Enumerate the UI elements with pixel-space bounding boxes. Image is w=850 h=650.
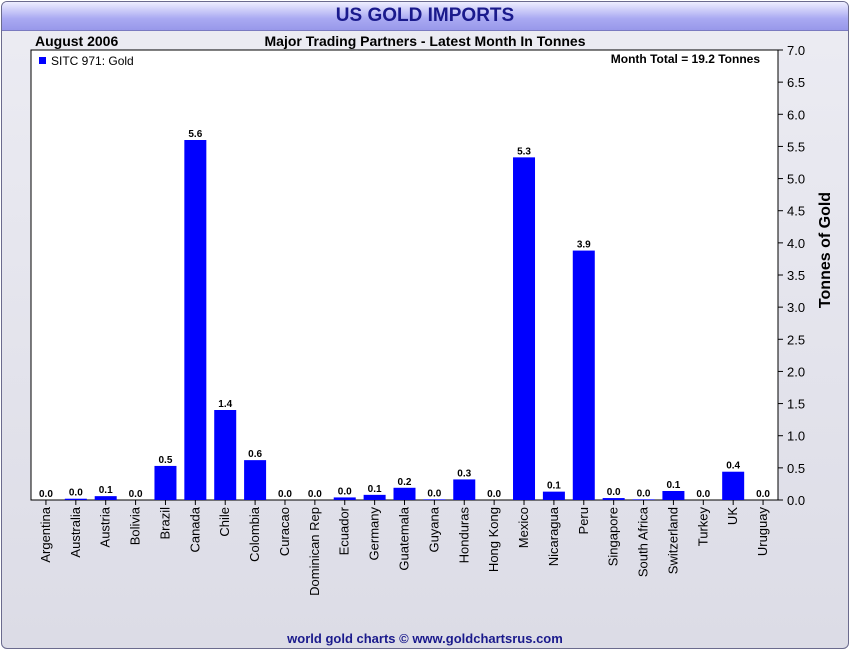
data-label: 0.0 [39,489,53,500]
x-tick-label: South Africa [636,506,651,577]
x-tick-label: Singapore [606,507,621,566]
x-tick-label: Chile [217,507,232,537]
y-tick-label: 3.5 [787,268,805,283]
y-tick-label: 6.5 [787,75,805,90]
data-label: 0.3 [457,468,471,479]
x-tick-label: Brazil [157,507,172,540]
data-label: 0.4 [726,461,740,472]
data-label: 0.1 [368,484,382,495]
y-tick-label: 4.0 [787,236,805,251]
x-tick-label: Colombia [247,506,262,562]
data-label: 0.6 [248,449,262,460]
data-label: 0.0 [696,489,710,500]
data-label: 1.4 [218,399,232,410]
x-tick-label: Argentina [38,506,53,562]
x-tick-label: Switzerland [665,507,680,574]
bar-chile [214,410,237,500]
x-tick-label: Austria [98,506,113,547]
bar-peru [572,250,595,500]
y-tick-label: 0.5 [787,461,805,476]
y-tick-label: 3.0 [787,300,805,315]
x-tick-label: Guyana [426,506,441,552]
data-label: 0.0 [308,489,322,500]
data-label: 0.0 [637,488,651,499]
bar-austria [94,496,117,500]
x-tick-label: Nicaragua [546,506,561,566]
month-total-annotation: Month Total = 19.2 Tonnes [611,52,761,66]
x-tick-label: Turkey [695,507,710,547]
x-tick-label: Australia [68,506,83,557]
data-label: 0.1 [99,485,113,496]
bar-guatemala [393,487,416,500]
y-tick-label: 0.0 [787,493,805,508]
bar-uk [722,471,745,500]
bar-ecuador [333,497,356,500]
bar-brazil [154,465,177,500]
x-tick-label: Peru [576,507,591,534]
y-tick-label: 1.5 [787,397,805,412]
data-label: 5.6 [188,129,202,140]
y-tick-label: 2.5 [787,332,805,347]
y-tick-label: 2.0 [787,364,805,379]
legend-swatch [39,57,46,64]
data-label: 0.0 [607,487,621,498]
y-tick-label: 4.5 [787,204,805,219]
x-tick-label: Canada [187,506,202,552]
y-tick-label: 7.0 [787,43,805,58]
bar-mexico [513,157,536,500]
data-label: 5.3 [517,146,531,157]
y-tick-label: 1.0 [787,429,805,444]
legend-label: SITC 971: Gold [51,54,134,68]
x-tick-label: Ecuador [337,506,352,555]
x-tick-label: UK [725,507,740,525]
data-label: 0.2 [398,477,412,488]
bar-singapore [602,498,625,500]
data-label: 0.0 [487,489,501,500]
x-tick-label: Dominican Rep [307,507,322,596]
y-tick-label: 5.5 [787,139,805,154]
data-label: 0.1 [666,480,680,491]
data-label: 0.0 [69,488,83,499]
data-label: 0.0 [129,489,143,500]
data-label: 3.9 [577,240,591,251]
x-tick-label: Bolivia [128,506,143,545]
data-label: 0.1 [547,481,561,492]
bar-germany [363,494,386,500]
data-label: 0.0 [756,489,770,500]
x-tick-label: Curacao [277,507,292,556]
bar-colombia [244,460,267,500]
x-tick-label: Germany [367,507,382,561]
x-tick-label: Mexico [516,507,531,548]
bar-chart: 0.0 0.5 1.0 1.5 2.0 2.5 3.0 3.5 4.0 4.5 5.0 5.5 6.0 6… [30,43,834,596]
data-label: 0.0 [338,486,352,497]
x-tick-label: Uruguay [755,507,770,557]
x-tick-label: Hong Kong [486,507,501,572]
data-label: 0.0 [278,489,292,500]
bar-switzerland [662,491,685,500]
bar-australia [64,498,87,500]
y-axis-label: Tonnes of Gold [817,192,834,308]
x-tick-label: Guatemala [397,506,412,570]
y-tick-label: 6.0 [787,107,805,122]
bar-honduras [453,479,476,500]
data-label: 0.5 [159,455,173,466]
bar-nicaragua [542,491,565,500]
x-tick-label: Honduras [456,507,471,564]
bar-canada [184,140,207,500]
plot-area [30,49,779,501]
bar-guyana [423,499,446,500]
y-tick-label: 5.0 [787,172,805,187]
data-label: 0.0 [427,488,441,499]
bar-south-africa [632,499,655,500]
